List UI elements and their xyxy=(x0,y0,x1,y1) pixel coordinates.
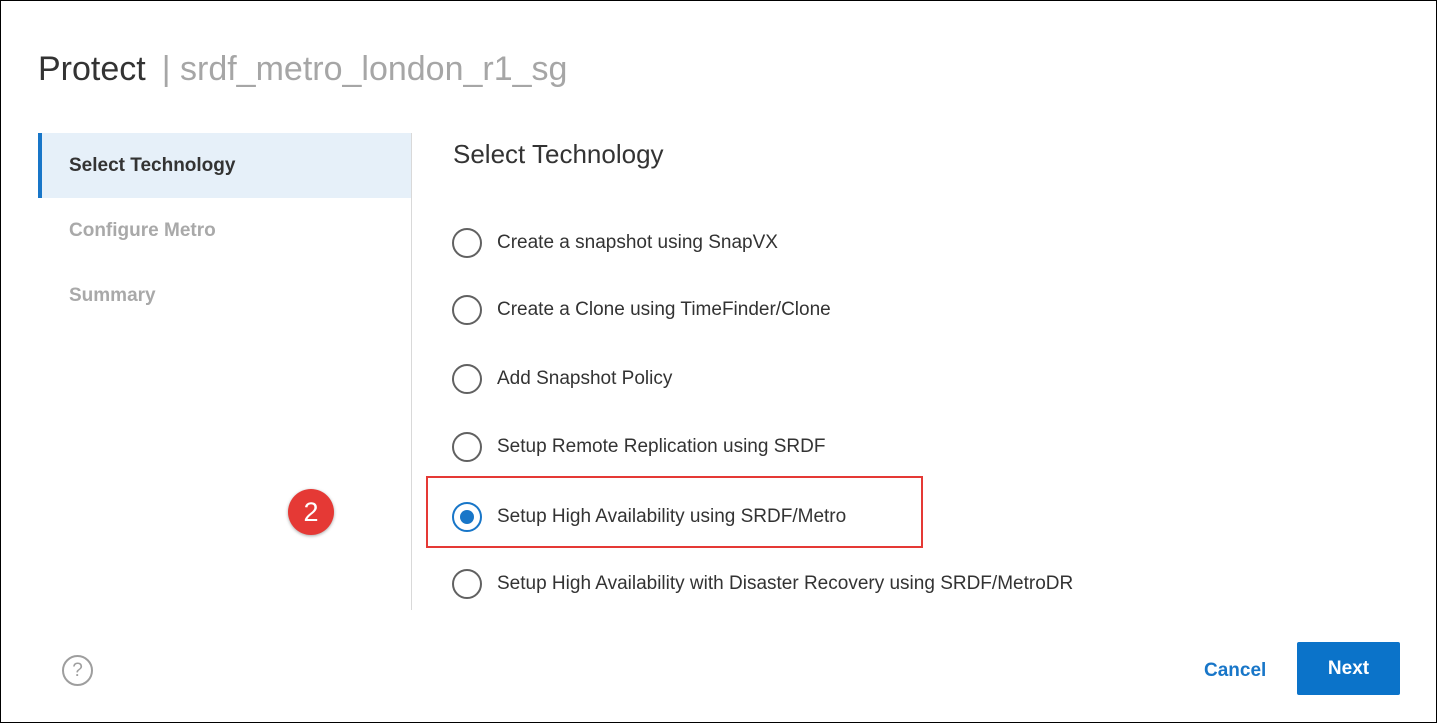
vertical-divider xyxy=(411,133,412,610)
option-label: Add Snapshot Policy xyxy=(497,368,673,389)
dialog-title-row: Protect | srdf_metro_london_r1_sg xyxy=(38,49,567,89)
step-configure-metro[interactable]: Configure Metro xyxy=(38,198,411,263)
option-snapshot-policy[interactable]: Add Snapshot Policy xyxy=(452,362,672,396)
option-snapvx[interactable]: Create a snapshot using SnapVX xyxy=(452,226,778,260)
radio-button[interactable] xyxy=(452,432,482,462)
step-label: Summary xyxy=(69,284,156,306)
option-label: Setup Remote Replication using SRDF xyxy=(497,436,826,457)
step-select-technology[interactable]: Select Technology xyxy=(38,133,411,198)
annotation-highlight-box xyxy=(426,476,923,548)
step-summary[interactable]: Summary xyxy=(38,263,411,328)
annotation-callout-badge: 2 xyxy=(288,489,334,535)
protect-dialog: Protect | srdf_metro_london_r1_sg Select … xyxy=(0,0,1437,723)
next-button[interactable]: Next xyxy=(1297,642,1400,695)
option-remote-replication-srdf[interactable]: Setup Remote Replication using SRDF xyxy=(452,430,825,464)
option-label: Setup High Availability with Disaster Re… xyxy=(497,573,1074,594)
step-label: Configure Metro xyxy=(69,219,216,241)
radio-button[interactable] xyxy=(452,228,482,258)
section-title: Select Technology xyxy=(453,139,664,169)
cancel-button[interactable]: Cancel xyxy=(1192,651,1278,691)
radio-button[interactable] xyxy=(452,569,482,599)
dialog-title: Protect xyxy=(38,50,146,88)
option-high-availability-metrodr[interactable]: Setup High Availability with Disaster Re… xyxy=(452,567,1073,601)
help-circle-icon[interactable]: ? xyxy=(62,655,93,686)
step-label: Select Technology xyxy=(69,154,236,176)
radio-button[interactable] xyxy=(452,295,482,325)
option-label: Create a Clone using TimeFinder/Clone xyxy=(497,299,831,320)
storage-group-name: | srdf_metro_london_r1_sg xyxy=(161,50,568,88)
option-timefinder-clone[interactable]: Create a Clone using TimeFinder/Clone xyxy=(452,293,831,327)
wizard-steps: Select Technology Configure Metro Summar… xyxy=(38,133,411,328)
option-label: Create a snapshot using SnapVX xyxy=(497,232,778,253)
radio-button[interactable] xyxy=(452,364,482,394)
